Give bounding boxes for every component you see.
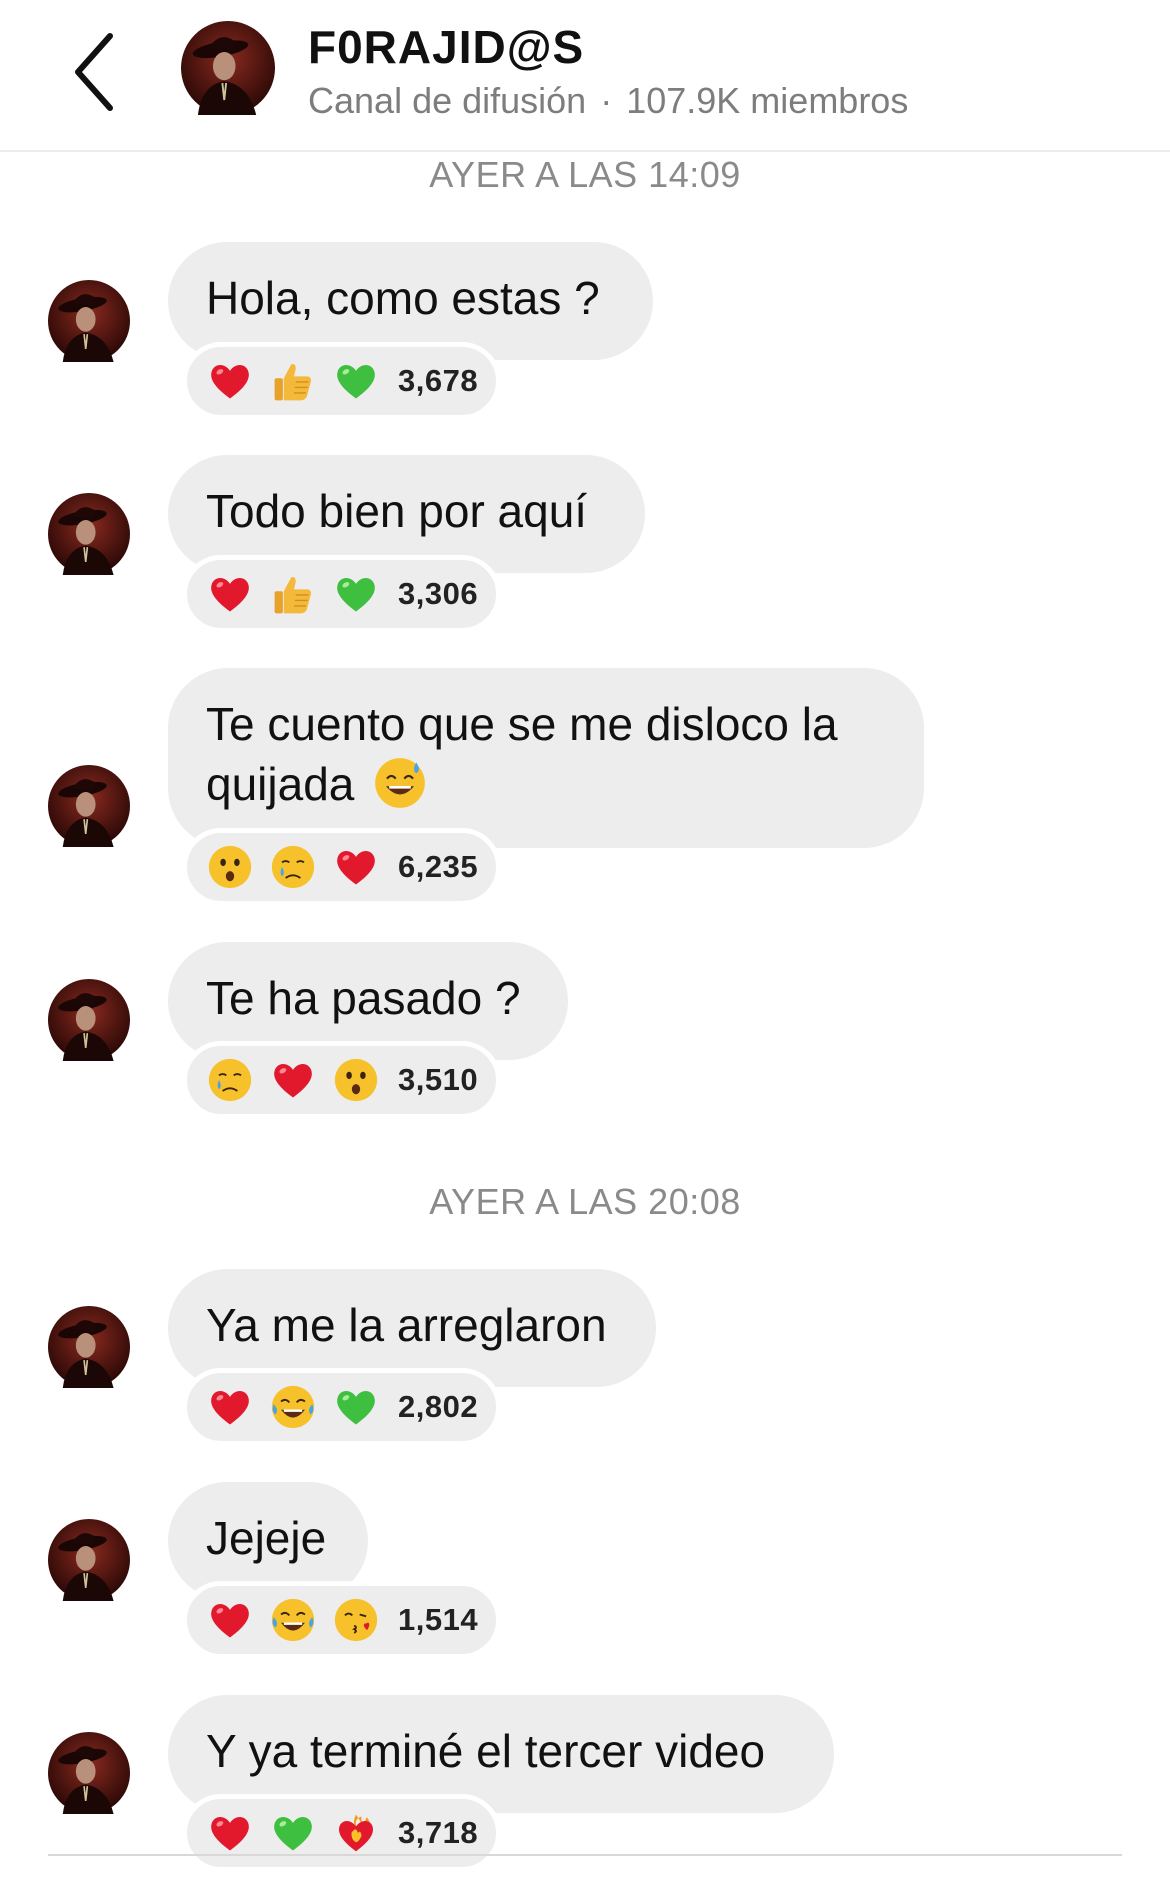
reaction-count: 2,802 [398, 1389, 479, 1424]
message-bubble[interactable]: Te cuento que se me disloco la quijada [168, 668, 924, 848]
message-text: Te ha pasado ? [206, 972, 521, 1024]
green-heart-icon [333, 1384, 379, 1430]
sender-avatar[interactable] [48, 765, 130, 847]
channel-subtitle[interactable]: Canal de difusión · 107.9K miembros [308, 80, 908, 122]
reaction-bar[interactable]: 3,718 [182, 1794, 502, 1872]
message-text: Y ya terminé el tercer video [206, 1725, 766, 1777]
heart-icon [207, 358, 253, 404]
timestamp-divider: AYER A LAS 20:08 [429, 1181, 741, 1222]
green-heart-icon [333, 358, 379, 404]
heart-icon [207, 571, 253, 617]
members-count: 107.9K miembros [626, 80, 909, 121]
heart-on-fire-icon [333, 1810, 379, 1856]
message-text-line: Te cuento que se me disloco la [206, 698, 838, 750]
reaction-count: 6,235 [398, 849, 479, 884]
reaction-bar[interactable]: 2,802 [182, 1368, 502, 1446]
sender-avatar[interactable] [48, 493, 130, 575]
reaction-count: 3,678 [398, 363, 479, 398]
heart-icon [207, 1597, 253, 1643]
crying-face-icon [270, 844, 316, 890]
sender-avatar[interactable] [48, 1732, 130, 1814]
bottom-divider [48, 1854, 1122, 1856]
reaction-bar[interactable]: 3,306 [182, 555, 502, 633]
channel-avatar[interactable] [181, 21, 275, 115]
reaction-bar[interactable]: 6,235 [182, 828, 502, 906]
sender-avatar[interactable] [48, 280, 130, 362]
message-text: Todo bien por aquí [206, 485, 588, 537]
back-chevron-icon[interactable] [70, 30, 120, 114]
reaction-bar[interactable]: 3,678 [182, 342, 502, 420]
heart-icon [207, 1810, 253, 1856]
channel-header: F0RAJID@S Canal de difusión · 107.9K miemb… [0, 0, 1170, 152]
reaction-count: 3,306 [398, 576, 479, 611]
timestamp-divider: AYER A LAS 14:09 [429, 154, 741, 195]
tears-of-joy-icon [270, 1597, 316, 1643]
surprised-face-icon [333, 1057, 379, 1103]
channel-title[interactable]: F0RAJID@S [308, 20, 584, 74]
sender-avatar[interactable] [48, 979, 130, 1061]
message-text-line: quijada [206, 754, 888, 814]
green-heart-icon [333, 571, 379, 617]
reaction-count: 3,510 [398, 1062, 479, 1097]
message-text: Ya me la arreglaron [206, 1299, 607, 1351]
separator-dot: · [600, 80, 613, 121]
tears-of-joy-icon [270, 1384, 316, 1430]
sender-avatar[interactable] [48, 1519, 130, 1601]
heart-icon [207, 1384, 253, 1430]
reaction-count: 1,514 [398, 1602, 479, 1637]
green-heart-icon [270, 1810, 316, 1856]
heart-icon [333, 844, 379, 890]
kissing-heart-face-icon [333, 1597, 379, 1643]
sender-avatar[interactable] [48, 1306, 130, 1388]
channel-type-label: Canal de difusión [308, 80, 587, 121]
thumbs-up-icon [270, 571, 316, 617]
surprised-face-icon [207, 844, 253, 890]
message-text: Hola, como estas ? [206, 272, 600, 324]
reaction-bar[interactable]: 1,514 [182, 1581, 502, 1659]
message-text: quijada [206, 758, 355, 810]
thumbs-up-icon [270, 358, 316, 404]
reaction-bar[interactable]: 3,510 [182, 1041, 502, 1119]
heart-icon [270, 1057, 316, 1103]
reaction-count: 3,718 [398, 1815, 479, 1850]
grinning-sweat-icon [373, 756, 427, 810]
message-text: Jejeje [206, 1512, 327, 1564]
crying-face-icon [207, 1057, 253, 1103]
